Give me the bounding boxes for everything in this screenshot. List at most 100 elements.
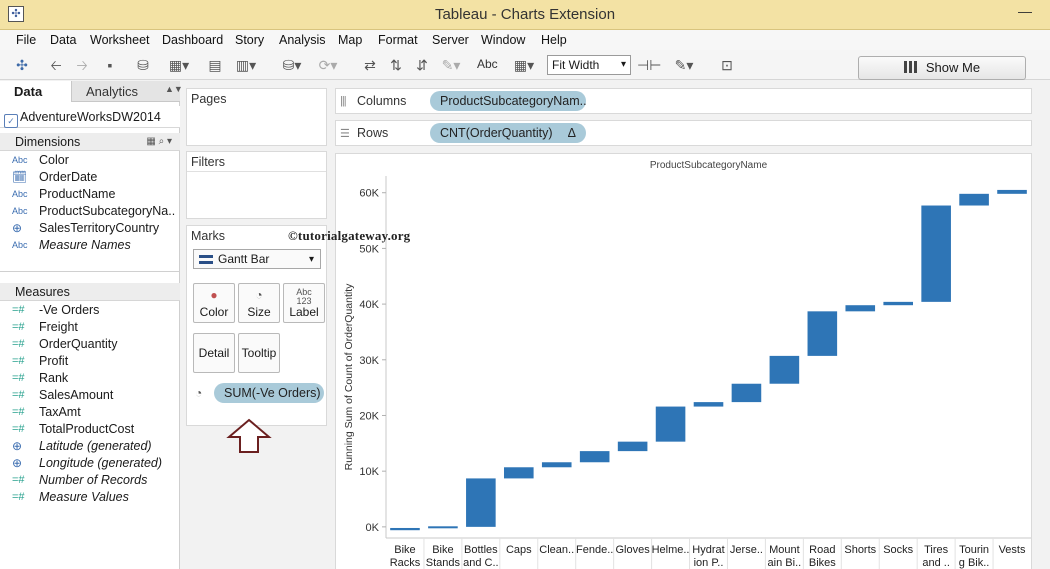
undo-icon[interactable]: 🡠 — [46, 55, 66, 75]
measure-field[interactable]: =# Number of Records — [0, 472, 180, 489]
pause-updates-icon[interactable]: ⛁▾ — [278, 55, 306, 75]
x-tick-label: Bike Racks — [390, 544, 421, 569]
rows-icon: ☰ — [340, 128, 350, 140]
menu-window[interactable]: Window — [481, 33, 525, 47]
duplicate-sheet-icon[interactable]: ▤ — [204, 55, 226, 75]
dimension-field[interactable]: Abc Measure Names — [0, 237, 180, 254]
new-worksheet-icon[interactable]: ▦▾ — [166, 55, 192, 75]
view-cards-icon[interactable]: ▦▾ — [508, 55, 540, 75]
measure-field[interactable]: =# Profit — [0, 353, 180, 370]
measure-field[interactable]: =# -Ve Orders — [0, 302, 180, 319]
globe-icon: ⊕ — [12, 456, 23, 470]
dimension-field[interactable]: ⊕ SalesTerritoryCountry — [0, 220, 180, 237]
x-tick-label: Socks — [883, 544, 913, 556]
menu-server[interactable]: Server — [432, 33, 469, 47]
globe-icon: ⊕ — [12, 439, 23, 453]
gantt-bar — [503, 467, 534, 479]
dimension-field[interactable]: Abc ProductSubcategoryNa.. — [0, 203, 180, 220]
tab-data[interactable]: Data — [0, 81, 72, 102]
measure-field[interactable]: =# SalesAmount — [0, 387, 180, 404]
measure-field-name: -Ve Orders — [39, 303, 100, 317]
show-mark-labels[interactable]: Abc — [477, 57, 498, 71]
menu-data[interactable]: Data — [50, 33, 76, 47]
number-type-icon: =# — [12, 406, 25, 418]
fix-axes-icon[interactable]: ⊣⊢ — [637, 55, 661, 75]
datasource-item[interactable]: ✓ AdventureWorksDW2014 — [0, 106, 180, 128]
highlight-icon[interactable]: ✎▾ — [438, 55, 464, 75]
clear-sheet-icon[interactable]: ▥▾ — [232, 55, 260, 75]
y-tick-label: 30K — [359, 355, 379, 367]
measure-field-name: Profit — [39, 354, 69, 368]
size-pill[interactable]: SUM(-Ve Orders) — [214, 383, 324, 403]
columns-pill[interactable]: ProductSubcategoryNam.. — [430, 91, 587, 111]
rows-shelf[interactable]: ☰ Rows CNT(OrderQuantity) Δ — [335, 120, 1032, 146]
filters-card[interactable]: Filters — [186, 151, 327, 219]
number-type-icon: =# — [12, 491, 25, 503]
sort-descending-icon[interactable]: ⇵ — [412, 55, 432, 75]
pane-menu-icon[interactable]: ▲▼ — [165, 84, 183, 94]
pane-tabs: Data Analytics ▲▼ — [0, 81, 183, 102]
x-tick-label: Bike Stands — [426, 544, 461, 569]
size-button[interactable]: ◔ Size — [238, 283, 280, 323]
color-label: Color — [199, 305, 229, 319]
number-type-icon: =# — [12, 355, 25, 367]
fit-width-dropdown[interactable]: Fit Width ▾ — [547, 55, 631, 75]
mark-type-dropdown[interactable]: Gantt Bar ▾ — [193, 249, 321, 269]
menu-dashboard[interactable]: Dashboard — [162, 33, 223, 47]
measure-field[interactable]: =# TaxAmt — [0, 404, 180, 421]
rows-pill-label: CNT(OrderQuantity) — [440, 126, 553, 140]
dimension-field[interactable]: 🗓 OrderDate — [0, 169, 180, 186]
tableau-logo-icon[interactable]: ✣ — [12, 55, 32, 75]
database-icon: ✓ — [4, 114, 18, 128]
measure-field[interactable]: =# Measure Values — [0, 489, 180, 506]
measure-field[interactable]: =# TotalProductCost — [0, 421, 180, 438]
color-button[interactable]: ● Color — [193, 283, 235, 323]
globe-icon: ⊕ — [12, 221, 23, 235]
tab-analytics[interactable]: Analytics — [72, 81, 176, 102]
menu-analysis[interactable]: Analysis — [279, 33, 326, 47]
save-icon[interactable]: ▪ — [100, 55, 120, 75]
dimensions-header: Dimensions ▦ ⌕ ▾ — [0, 133, 180, 151]
measure-field[interactable]: =# Rank — [0, 370, 180, 387]
chevron-down-icon: ▾ — [620, 59, 626, 70]
menu-bar: File Data Worksheet Dashboard Story Anal… — [0, 30, 1050, 50]
dimension-field[interactable]: Abc ProductName — [0, 186, 180, 203]
redo-icon[interactable]: 🡢 — [72, 55, 92, 75]
menu-story[interactable]: Story — [235, 33, 264, 47]
run-update-icon[interactable]: ⟳▾ — [314, 55, 342, 75]
measure-field[interactable]: ⊕ Latitude (generated) — [0, 438, 180, 455]
label-button[interactable]: Abc 123 Label — [283, 283, 325, 323]
menu-worksheet[interactable]: Worksheet — [90, 33, 150, 47]
search-icon[interactable]: ▦ ⌕ ▾ — [146, 133, 172, 151]
measure-field[interactable]: ⊕ Longitude (generated) — [0, 455, 180, 472]
show-me-button[interactable]: Show Me — [858, 56, 1026, 80]
presentation-mode-icon[interactable]: ⊡ — [716, 55, 738, 75]
pen-annotate-icon[interactable]: ✎▾ — [670, 55, 698, 75]
pages-card[interactable]: Pages — [186, 88, 327, 146]
rows-pill[interactable]: CNT(OrderQuantity) Δ — [430, 123, 586, 143]
measure-field[interactable]: =# OrderQuantity — [0, 336, 180, 353]
measure-field[interactable]: =# Freight — [0, 319, 180, 336]
columns-label: Columns — [357, 94, 407, 108]
dimension-field-name: Color — [39, 153, 69, 167]
dimension-field[interactable]: Abc Color — [0, 152, 180, 169]
new-datasource-icon[interactable]: ⛁ — [132, 55, 154, 75]
minimize-button[interactable]: — — [1010, 3, 1040, 23]
swap-rows-columns-icon[interactable]: ⇄ — [360, 55, 380, 75]
sort-ascending-icon[interactable]: ⇅ — [386, 55, 406, 75]
gantt-bar — [845, 305, 876, 312]
detail-button[interactable]: Detail — [193, 333, 235, 373]
measure-field-name: Latitude (generated) — [39, 439, 152, 453]
dimension-field-name: SalesTerritoryCountry — [39, 221, 160, 235]
menu-file[interactable]: File — [16, 33, 36, 47]
window-title: Tableau - Charts Extension — [434, 6, 616, 23]
menu-format[interactable]: Format — [378, 33, 418, 47]
columns-shelf[interactable]: ||| Columns ProductSubcategoryNam.. — [335, 88, 1032, 114]
gantt-chart: ProductSubcategoryName 0K 10K 20K 30K 40K 50K 6… — [343, 160, 1031, 569]
menu-help[interactable]: Help — [541, 33, 567, 47]
gantt-bar — [655, 406, 686, 442]
menu-map[interactable]: Map — [338, 33, 362, 47]
right-gutter — [1032, 85, 1050, 569]
x-tick-label: Caps — [506, 544, 532, 556]
tooltip-button[interactable]: Tooltip — [238, 333, 280, 373]
